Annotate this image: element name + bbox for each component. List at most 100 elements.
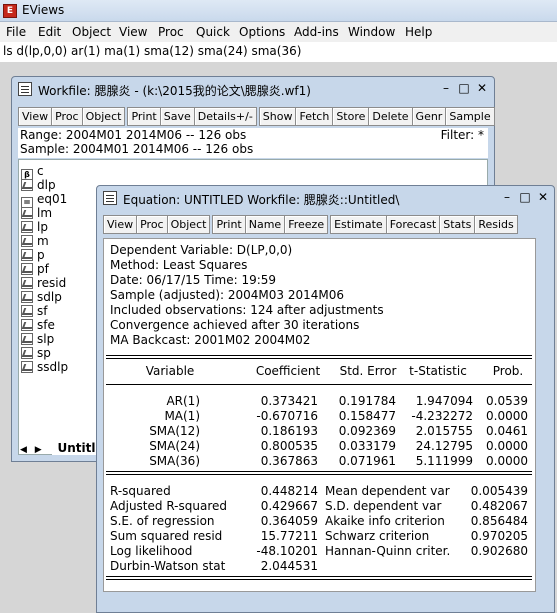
table-cell: SMA(12) xyxy=(149,424,200,438)
stat-label: R-squared xyxy=(110,484,171,498)
table-cell: 0.186193 xyxy=(260,424,318,438)
equation-freeze-button[interactable]: Freeze xyxy=(284,215,329,234)
stat-label: Adjusted R-squared xyxy=(110,499,228,513)
workfile-show-button[interactable]: Show xyxy=(258,107,297,126)
close-icon[interactable]: ✕ xyxy=(535,190,551,204)
workfile-object[interactable]: lp xyxy=(21,220,48,234)
workfile-details-button[interactable]: Details+/- xyxy=(193,107,257,126)
stat-value: 0.005439 xyxy=(470,484,528,498)
menu-view[interactable]: View xyxy=(119,25,147,39)
minimize-icon[interactable]: – xyxy=(438,81,454,95)
workfile-object[interactable]: m xyxy=(21,234,49,248)
workfile-object[interactable]: resid xyxy=(21,276,66,290)
tab-scroll-right-icon[interactable]: ▶ xyxy=(35,445,42,455)
equation-object-button[interactable]: Object xyxy=(166,215,211,234)
series-icon xyxy=(21,249,33,261)
tab-scroll-left-icon[interactable]: ◀ xyxy=(20,445,27,455)
equation-stats-button[interactable]: Stats xyxy=(439,215,476,234)
stat-value: 15.77211 xyxy=(260,529,318,543)
menu-help[interactable]: Help xyxy=(405,25,432,39)
series-icon xyxy=(21,235,33,247)
command-text[interactable]: ls d(lp,0,0) ar(1) ma(1) sma(12) sma(24)… xyxy=(3,44,301,58)
equation-estimate-button[interactable]: Estimate xyxy=(330,215,387,234)
workfile-view-button[interactable]: View xyxy=(18,107,53,126)
workfile-object[interactable]: lm xyxy=(21,206,52,220)
workfile-object[interactable]: pf xyxy=(21,262,49,276)
workfile-object[interactable]: slp xyxy=(21,332,54,346)
table-cell: 0.0000 xyxy=(486,409,528,423)
table-cell: MA(1) xyxy=(164,409,200,423)
workfile-object-button[interactable]: Object xyxy=(81,107,126,126)
workfile-print-button[interactable]: Print xyxy=(127,107,161,126)
series-icon xyxy=(21,361,33,373)
table-cell: 0.0000 xyxy=(486,454,528,468)
menu-options[interactable]: Options xyxy=(239,25,285,39)
equation-print-button[interactable]: Print xyxy=(212,215,246,234)
workfile-object[interactable]: βc xyxy=(21,164,44,181)
menu-object[interactable]: Object xyxy=(72,25,111,39)
equation-titlebar[interactable]: Equation: UNTITLED Workfile: 腮腺炎::Untitl… xyxy=(97,186,554,210)
equation-name-button[interactable]: Name xyxy=(244,215,286,234)
workfile-object[interactable]: p xyxy=(21,248,45,262)
workfile-object[interactable]: dlp xyxy=(21,178,56,192)
series-icon xyxy=(21,263,33,275)
workfile-titlebar[interactable]: Workfile: 腮腺炎 - (k:\2015我的论文\腮腺炎.wf1) – … xyxy=(12,77,494,101)
minimize-icon[interactable]: – xyxy=(499,190,515,204)
stat-label: Hannan-Quinn criter. xyxy=(325,544,451,558)
equation-toolbar-group: View Proc Object xyxy=(103,215,211,234)
workfile-proc-button[interactable]: Proc xyxy=(51,107,83,126)
menu-proc[interactable]: Proc xyxy=(158,25,184,39)
equation-resids-button[interactable]: Resids xyxy=(474,215,518,234)
table-rule xyxy=(106,471,532,472)
stat-value: 0.364059 xyxy=(260,514,318,528)
table-cell: SMA(24) xyxy=(149,439,200,453)
equation-view-button[interactable]: View xyxy=(103,215,138,234)
workfile-range[interactable]: Range: 2004M01 2014M06 -- 126 obs xyxy=(20,128,246,142)
stat-value: 2.044531 xyxy=(260,559,318,573)
command-window[interactable]: ls d(lp,0,0) ar(1) ma(1) sma(12) sma(24)… xyxy=(0,42,557,62)
workfile-object[interactable]: sdlp xyxy=(21,290,62,304)
workfile-fetch-button[interactable]: Fetch xyxy=(295,107,334,126)
stat-value: 0.902680 xyxy=(470,544,528,558)
workfile-save-button[interactable]: Save xyxy=(159,107,195,126)
close-icon[interactable]: ✕ xyxy=(474,81,490,95)
menu-add-ins[interactable]: Add-ins xyxy=(294,25,339,39)
column-header-coefficient: Coefficient xyxy=(255,364,321,378)
menu-window[interactable]: Window xyxy=(348,25,395,39)
menu-quick[interactable]: Quick xyxy=(196,25,230,39)
workfile-toolbar-group: View Proc Object xyxy=(18,107,126,126)
equation-proc-button[interactable]: Proc xyxy=(136,215,168,234)
equation-forecast-button[interactable]: Forecast xyxy=(385,215,441,234)
workfile-object[interactable]: = eq01 xyxy=(21,192,67,209)
menu-file[interactable]: File xyxy=(6,25,26,39)
table-cell: 0.0461 xyxy=(486,424,528,438)
workfile-object-name: c xyxy=(37,164,44,178)
workfile-genr-button[interactable]: Genr xyxy=(411,107,447,126)
maximize-icon[interactable]: □ xyxy=(456,81,472,95)
workfile-sample[interactable]: Sample: 2004M01 2014M06 -- 126 obs xyxy=(20,142,253,156)
maximize-icon[interactable]: □ xyxy=(517,190,533,204)
workfile-object-name: p xyxy=(37,248,45,262)
equation-header-line: Dependent Variable: D(LP,0,0) xyxy=(110,243,293,257)
workfile-object[interactable]: sp xyxy=(21,346,51,360)
workfile-delete-button[interactable]: Delete xyxy=(368,107,413,126)
workfile-filter[interactable]: Filter: * xyxy=(441,128,484,142)
table-cell: 0.367863 xyxy=(260,454,318,468)
workfile-object[interactable]: ssdlp xyxy=(21,360,68,374)
workfile-store-button[interactable]: Store xyxy=(332,107,370,126)
workfile-object-name: slp xyxy=(37,332,55,346)
equation-output: Dependent Variable: D(LP,0,0) Method: Lea… xyxy=(103,238,536,592)
workfile-object[interactable]: sf xyxy=(21,304,47,318)
equation-window[interactable]: Equation: UNTITLED Workfile: 腮腺炎::Untitl… xyxy=(96,185,555,613)
stat-label: Mean dependent var xyxy=(325,484,450,498)
series-icon xyxy=(21,333,33,345)
workfile-object-name: lm xyxy=(37,206,53,220)
table-cell: 0.373421 xyxy=(260,394,318,408)
workfile-object-name: sdlp xyxy=(37,290,62,304)
workfile-object[interactable]: sfe xyxy=(21,318,55,332)
workfile-sample-button[interactable]: Sample xyxy=(445,107,495,126)
equation-toolbar: View Proc Object Print Name Freeze Estimate For… xyxy=(103,215,520,234)
equation-icon xyxy=(103,191,117,205)
menu-edit[interactable]: Edit xyxy=(38,25,61,39)
series-icon xyxy=(21,319,33,331)
